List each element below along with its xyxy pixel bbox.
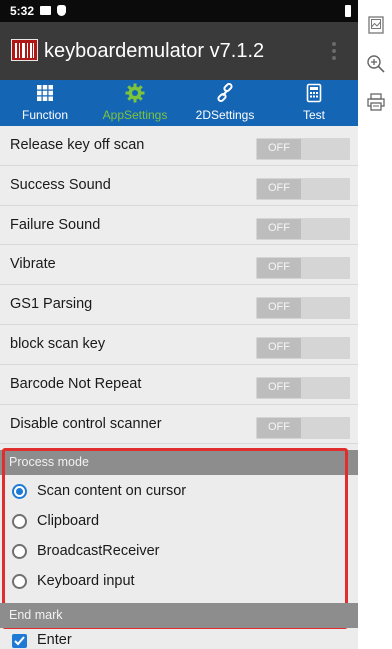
setting-label: Vibrate — [10, 256, 56, 273]
radio-button[interactable] — [12, 544, 27, 559]
tab-test[interactable]: Test — [270, 80, 358, 126]
tab-label: Function — [21, 108, 69, 122]
app-bar: keyboardemulator v7.1.2 — [0, 22, 358, 80]
setting-disable-control-scanner: Disable control scanner OFF — [0, 404, 358, 445]
setting-gs1-parsing: GS1 Parsing OFF — [0, 285, 358, 325]
toggle-state: OFF — [268, 181, 290, 194]
radio-label: BroadcastReceiver — [37, 543, 160, 559]
toggle-switch[interactable]: OFF — [256, 376, 350, 399]
setting-label: block scan key — [10, 335, 106, 352]
print-icon[interactable] — [365, 91, 387, 113]
link-icon — [217, 83, 233, 103]
grid-icon — [37, 85, 53, 101]
toggle-state: OFF — [268, 340, 290, 353]
radio-button[interactable] — [12, 514, 27, 529]
check-icon — [14, 636, 25, 646]
toggle-state: OFF — [268, 301, 290, 314]
barcode-app-icon — [11, 39, 38, 61]
setting-label: Success Sound — [10, 176, 111, 193]
setting-label: Release key off scan — [10, 137, 145, 153]
toggle-switch[interactable]: OFF — [256, 138, 350, 160]
radio-label: Clipboard — [37, 513, 100, 529]
setting-barcode-not-repeat: Barcode Not Repeat OFF — [0, 364, 358, 405]
battery-icon — [345, 5, 351, 17]
section-title: Process mode — [9, 455, 89, 469]
toggle-switch[interactable]: OFF — [256, 336, 350, 359]
radio-clipboard[interactable]: Clipboard — [0, 507, 358, 537]
radio-keyboard-input[interactable]: Keyboard input — [0, 567, 358, 597]
tab-function[interactable]: Function — [0, 80, 90, 126]
image-icon[interactable] — [365, 14, 387, 36]
app-title: keyboardemulator v7.1.2 — [44, 40, 265, 62]
setting-label: Barcode Not Repeat — [10, 375, 142, 392]
zoom-in-icon[interactable] — [365, 53, 387, 75]
tab-label: 2DSettings — [195, 108, 255, 122]
radio-button[interactable] — [12, 484, 27, 499]
setting-block-scan-key: block scan key OFF — [0, 324, 358, 365]
setting-label: GS1 Parsing — [10, 296, 93, 313]
status-bar: 5:32 — [0, 0, 358, 22]
calculator-icon — [306, 83, 322, 103]
radio-label: Keyboard input — [37, 573, 135, 589]
toggle-switch[interactable]: OFF — [256, 257, 350, 280]
notification-image-icon — [40, 6, 51, 15]
tab-label: AppSettings — [102, 108, 168, 122]
settings-list: Release key off scan OFF Success Sound O… — [0, 126, 358, 445]
toggle-switch[interactable]: OFF — [256, 177, 350, 200]
tab-bar: Function AppSettings 2DSettings Test — [0, 80, 358, 126]
toggle-state: OFF — [268, 261, 290, 274]
radio-button[interactable] — [12, 574, 27, 589]
tab-label: Test — [302, 108, 325, 122]
radio-broadcastreceiver[interactable]: BroadcastReceiver — [0, 537, 358, 567]
setting-failure-sound: Failure Sound OFF — [0, 205, 358, 246]
section-header-process-mode: Process mode — [0, 450, 358, 475]
toggle-state: OFF — [268, 221, 290, 234]
gear-icon — [125, 83, 145, 103]
toggle-switch[interactable]: OFF — [256, 217, 350, 240]
toggle-state: OFF — [268, 142, 290, 154]
toggle-state: OFF — [268, 380, 290, 393]
section-header-end-mark: End mark — [0, 603, 358, 628]
notification-shield-icon — [57, 5, 66, 16]
status-time: 5:32 — [10, 4, 35, 18]
setting-release-key-off-scan: Release key off scan OFF — [0, 126, 358, 166]
radio-scan-content-on-cursor[interactable]: Scan content on cursor — [0, 477, 358, 507]
checkbox-enter[interactable] — [12, 634, 27, 648]
section-title: End mark — [9, 608, 63, 622]
setting-success-sound: Success Sound OFF — [0, 165, 358, 206]
setting-label: Disable control scanner — [10, 415, 162, 432]
radio-label: Scan content on cursor — [37, 483, 187, 499]
tab-appsettings[interactable]: AppSettings — [90, 80, 180, 126]
checkbox-label: Enter — [37, 632, 72, 648]
setting-label: Failure Sound — [10, 216, 101, 233]
toggle-state: OFF — [268, 420, 290, 433]
overflow-menu-icon[interactable] — [332, 42, 336, 60]
phone-screen: 5:32 keyboardemulator v7.1.2 Function Ap… — [0, 0, 358, 649]
toggle-switch[interactable]: OFF — [256, 416, 350, 439]
setting-vibrate: Vibrate OFF — [0, 245, 358, 286]
toggle-switch[interactable]: OFF — [256, 297, 350, 320]
tab-2dsettings[interactable]: 2DSettings — [180, 80, 270, 126]
